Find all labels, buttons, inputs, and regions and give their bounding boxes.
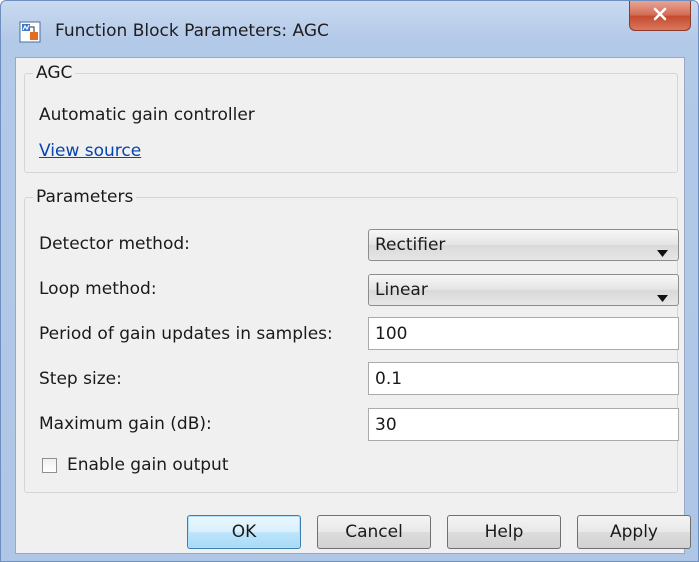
loop-method-value: Linear (375, 280, 428, 300)
agc-group-legend: AGC (36, 63, 73, 83)
block-description: Automatic gain controller (39, 105, 255, 125)
loop-method-dropdown[interactable]: Linear (368, 274, 679, 306)
app-icon (19, 21, 41, 43)
dialog-window: Function Block Parameters: AGC AGC Autom… (0, 0, 699, 562)
detector-method-dropdown[interactable]: Rectifier (368, 229, 679, 261)
enable-gain-output-checkbox[interactable] (42, 458, 57, 473)
parameters-group-legend: Parameters (36, 187, 134, 207)
step-size-value: 0.1 (375, 369, 403, 389)
loop-method-label: Loop method: (39, 279, 157, 299)
max-gain-value: 30 (375, 415, 397, 435)
max-gain-label: Maximum gain (dB): (39, 414, 212, 434)
max-gain-field[interactable]: 30 (368, 408, 679, 441)
close-button[interactable] (629, 1, 691, 31)
title-bar[interactable]: Function Block Parameters: AGC (1, 1, 698, 57)
step-size-label: Step size: (39, 369, 122, 389)
step-size-field[interactable]: 0.1 (368, 362, 679, 395)
apply-button[interactable]: Apply (577, 515, 691, 549)
close-icon (652, 6, 668, 26)
enable-gain-output-label[interactable]: Enable gain output (67, 455, 229, 475)
ok-button[interactable]: OK (187, 515, 301, 549)
help-button[interactable]: Help (447, 515, 561, 549)
dialog-body: AGC Automatic gain controller View sourc… (15, 57, 691, 554)
view-source-link[interactable]: View source (39, 141, 141, 161)
window-title: Function Block Parameters: AGC (55, 21, 329, 41)
period-value: 100 (375, 324, 408, 344)
detector-method-label: Detector method: (39, 234, 190, 254)
period-field[interactable]: 100 (368, 317, 679, 350)
chevron-down-icon (657, 287, 668, 307)
chevron-down-icon (657, 242, 668, 262)
cancel-button[interactable]: Cancel (317, 515, 431, 549)
period-label: Period of gain updates in samples: (39, 324, 333, 344)
detector-method-value: Rectifier (375, 235, 446, 255)
